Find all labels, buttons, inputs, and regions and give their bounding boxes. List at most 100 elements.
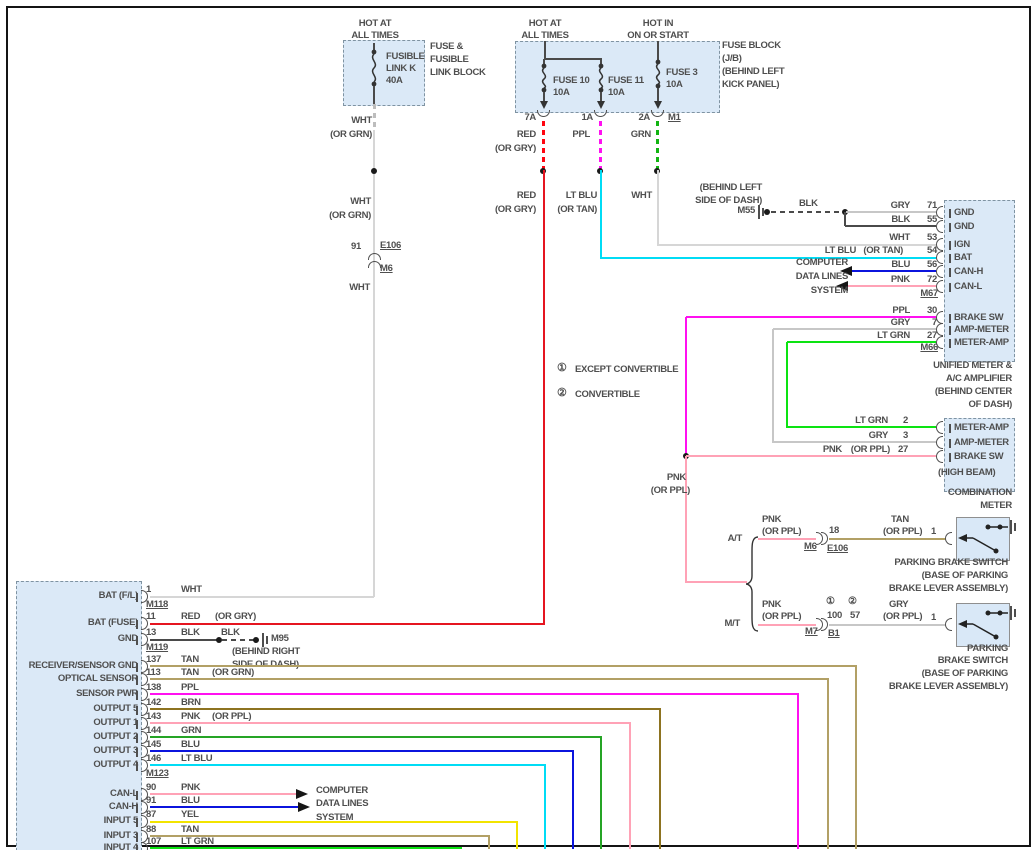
wire-brn [150,708,661,710]
wire-color-label: LT GRN [855,416,888,426]
wire-color-label: WHT [631,191,652,201]
connector-pin-number: 54 [927,246,937,256]
pin-stub-icon [949,339,951,348]
pin-stub-icon [949,268,951,277]
block-caption: FUSE & [430,42,463,52]
wire-color-label: BLU [891,260,910,270]
pin-stub-icon [136,720,138,729]
connector-ref: M7 [805,627,818,637]
ground-icon [1009,605,1019,621]
fuse-rating: 10A [553,88,570,98]
junction-dot [764,209,770,215]
high-beam-label: (HIGH BEAM) [938,468,995,478]
wire-color-label: GRY [869,431,888,441]
wire-ppl-dashed [599,121,602,170]
brace-icon [746,536,759,632]
wire-color-label: TAN [181,655,199,665]
pin-bracket-icon [936,280,943,293]
wire-color-label: LT BLU [181,754,212,764]
wire-color-label: WHT [351,116,372,126]
wire-brn [659,708,661,849]
note-text: CONVERTIBLE [575,390,640,400]
wire-grn-dashed [656,121,659,170]
wire-tan [150,665,857,667]
wire-color-label: BLK [891,215,910,225]
pin-stub-icon [136,748,138,757]
pin-bracket-icon [936,336,943,349]
fuse-label: FUSE 10 [553,76,589,86]
fusible-link-rating: 40A [386,76,403,86]
unified-meter-pin-label: GND [954,208,974,218]
pin-bracket-icon [945,532,952,545]
wire-color-label: BLK [221,628,240,638]
connector-ref: E106 [380,241,401,251]
connector-pin-number: 1 [146,585,151,595]
wire-pnk [758,538,816,540]
left-connector-pin-label: BAT (FUSE) [88,618,138,628]
wire-pnk [685,581,747,583]
pin-stub-icon [136,593,138,602]
left-connector-pin-label: RECEIVER/SENSOR GND [29,661,138,671]
pin-stub-icon [136,706,138,715]
block-caption: FUSIBLE [430,55,469,65]
wire-blu [852,270,936,272]
wire-ppl [685,317,687,456]
connector-pin-number: 53 [927,233,937,243]
arrow-down-icon [597,101,605,109]
connector-pin-number: 3 [903,431,908,441]
arrow-right-icon [296,789,308,799]
block-caption: FUSE BLOCK [722,41,781,51]
wire-ltblu [600,170,602,259]
component-caption: (BASE OF PARKING [922,571,1008,581]
block-caption: KICK PANEL) [722,80,779,90]
wire-blu [572,750,574,849]
power-label: HOT AT [359,19,392,29]
left-connector-pin-label: SENSOR PWR [76,689,138,699]
unified-meter-pin-label: CAN-H [954,267,983,277]
pin-stub-icon [136,691,138,700]
wire-color-label: YEL [181,810,199,820]
component-caption: (BASE OF PARKING [922,669,1008,679]
connector-pin-number: 30 [927,306,937,316]
system-link-label: DATA LINES [316,799,368,809]
wire-color-label: (OR GRN) [330,130,372,140]
connector-pin-number: 11 [146,612,155,622]
pin-bracket-icon [945,618,952,631]
fuse-label: FUSE 3 [666,68,697,78]
pin-stub-icon [136,833,138,842]
wire-blk-dashed [222,639,256,641]
connector-pin-number: 138 [146,683,161,693]
unified-meter-pin-label: GND [954,222,974,232]
wire-color-label: TAN [181,825,199,835]
connector-ref: B1 [828,629,840,639]
connector-pin-number: 2A [638,113,650,123]
switch-icon [956,517,1008,559]
wire-gry [773,328,936,330]
pin-stub-icon [949,283,951,292]
wire-pnk [629,722,631,849]
wire-color-label: BLK [181,628,200,638]
wire-color-label: PNK [823,445,842,455]
wire-color-label: LT BLU [825,246,856,256]
left-connector-pin-label: GND [118,634,138,644]
pin-stub-icon [136,818,138,827]
fuse-icon [652,58,664,90]
location-caption: (BEHIND LEFT [700,183,762,193]
wire-color-label: (OR PPL) [883,527,922,537]
component-caption: PARKING BRAKE SWITCH [894,558,1008,568]
system-link-label: SYSTEM [316,813,353,823]
pin-bracket-icon [936,238,943,251]
wire-color-label: (OR GRN) [212,668,254,678]
wire-red-dashed [542,121,545,170]
pin-stub-icon [949,424,951,433]
wire-tan [827,678,829,849]
power-label: ON OR START [627,31,688,41]
inline-connector-icon [368,253,381,260]
pin-stub-icon [136,620,138,629]
wire-color-label: BLU [181,740,200,750]
component-caption: COMBINATION [948,488,1012,498]
note-text: EXCEPT CONVERTIBLE [575,365,678,375]
wire-color-label: (OR PPL) [212,712,251,722]
connector-pin-number: 7 [932,318,937,328]
wire-color-label: (OR GRN) [329,211,371,221]
